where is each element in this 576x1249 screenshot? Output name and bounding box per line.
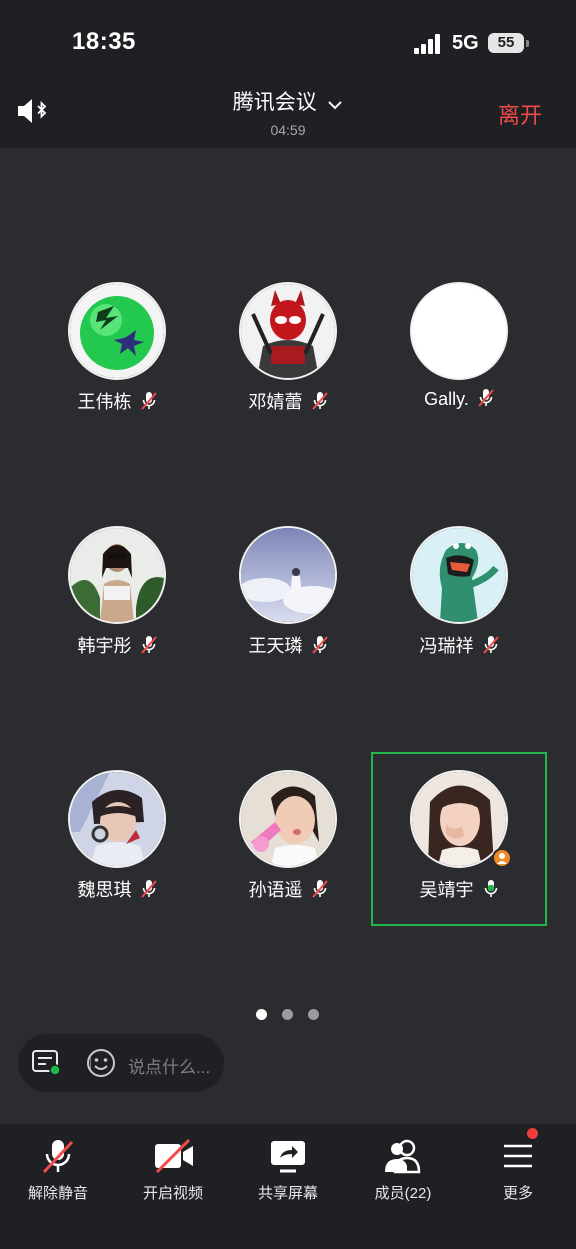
- participant-name: 魏思琪: [77, 880, 132, 900]
- participant-name-row: Gally.: [374, 388, 544, 410]
- participant-tile[interactable]: Gally.: [374, 282, 544, 442]
- mic-muted-icon: [42, 1140, 74, 1174]
- participant-name: Gally.: [424, 389, 469, 409]
- participant-tile[interactable]: 孙语遥: [203, 770, 373, 930]
- participant-tile[interactable]: 王天璘: [203, 526, 373, 686]
- page-dot: [282, 1009, 293, 1020]
- meeting-duration: 04:59: [270, 122, 306, 138]
- avatar: [239, 770, 337, 868]
- mic-muted-icon: [140, 392, 157, 410]
- participant-name-row: 魏思琪: [32, 876, 202, 902]
- battery-icon: 55: [488, 33, 529, 53]
- menu-icon: [504, 1144, 532, 1168]
- participant-name-row: 王天璘: [203, 632, 373, 658]
- subtitles-icon[interactable]: [32, 1049, 62, 1077]
- chevron-down-icon: [328, 101, 342, 110]
- more-label: 更多: [502, 1185, 533, 1202]
- leave-button[interactable]: 离开: [498, 98, 542, 130]
- chat-input-bar[interactable]: 说点什么...: [18, 1034, 224, 1092]
- unmute-label: 解除静音: [27, 1185, 88, 1202]
- mic-muted-icon: [311, 880, 328, 898]
- participant-name-row: 冯瑞祥: [374, 632, 544, 658]
- mic-muted-icon: [482, 636, 499, 654]
- more-button[interactable]: 更多: [463, 1136, 573, 1216]
- avatar: [68, 770, 166, 868]
- participant-name: 吴靖宇: [419, 880, 474, 900]
- participant-name-row: 孙语遥: [203, 876, 373, 902]
- notification-dot: [527, 1128, 538, 1139]
- members-button[interactable]: 成员(22): [348, 1136, 458, 1216]
- page-indicator: [256, 1009, 326, 1021]
- start-video-label: 开启视频: [142, 1185, 203, 1202]
- participant-name: 王伟栋: [77, 392, 132, 412]
- participant-name: 韩宇彤: [77, 636, 132, 656]
- video-off-icon: [155, 1138, 193, 1174]
- participant-tile[interactable]: 韩宇彤: [32, 526, 202, 686]
- meeting-header: 腾讯会议 04:59 离开: [0, 80, 576, 148]
- participant-tile[interactable]: 邓婧蕾: [203, 282, 373, 442]
- members-label: 成员(22): [374, 1185, 432, 1202]
- meeting-title-button[interactable]: 腾讯会议: [0, 86, 576, 116]
- avatar: [239, 282, 337, 380]
- mic-muted-icon: [140, 636, 157, 654]
- participant-tile[interactable]: 冯瑞祥: [374, 526, 544, 686]
- page-dot: [308, 1009, 319, 1020]
- network-type: 5G: [452, 32, 479, 54]
- participant-tile[interactable]: 魏思琪: [32, 770, 202, 930]
- mic-muted-icon: [140, 880, 157, 898]
- avatar: [410, 526, 508, 624]
- host-icon: [492, 848, 512, 868]
- page-dot-active: [256, 1009, 267, 1020]
- share-screen-icon: [271, 1141, 305, 1173]
- mic-muted-icon: [311, 392, 328, 410]
- signal-icon: [414, 34, 442, 54]
- share-screen-label: 共享屏幕: [257, 1185, 318, 1202]
- members-icon: [385, 1139, 421, 1174]
- participant-name: 王天璘: [248, 636, 303, 656]
- emoji-icon[interactable]: [86, 1048, 116, 1078]
- participant-name-row: 韩宇彤: [32, 632, 202, 658]
- unmute-button[interactable]: 解除静音: [3, 1136, 113, 1216]
- avatar: [239, 526, 337, 624]
- avatar: [68, 526, 166, 624]
- status-bar: 18:35 5G 55: [0, 0, 576, 80]
- participant-name-row: 邓婧蕾: [203, 388, 373, 414]
- mic-muted-icon: [478, 389, 494, 407]
- start-video-button[interactable]: 开启视频: [118, 1136, 228, 1216]
- participant-name-row: 王伟栋: [32, 388, 202, 414]
- avatar: [410, 282, 508, 380]
- mic-muted-icon: [311, 636, 328, 654]
- avatar: [68, 282, 166, 380]
- status-time: 18:35: [72, 28, 136, 55]
- participant-tile[interactable]: 王伟栋: [32, 282, 202, 442]
- meeting-title: 腾讯会议: [232, 91, 317, 114]
- participant-name: 冯瑞祥: [419, 636, 474, 656]
- participant-name: 孙语遥: [248, 880, 303, 900]
- participant-name-row: 吴靖宇: [374, 876, 544, 902]
- bottom-toolbar: 解除静音 开启视频 共享屏幕 成员(22) 更多: [0, 1124, 576, 1249]
- participant-name: 邓婧蕾: [248, 392, 303, 412]
- mic-active-icon: [484, 880, 497, 897]
- share-screen-button[interactable]: 共享屏幕: [233, 1136, 343, 1216]
- chat-placeholder[interactable]: 说点什么...: [128, 1053, 210, 1078]
- participant-tile-active[interactable]: 吴靖宇: [374, 770, 544, 930]
